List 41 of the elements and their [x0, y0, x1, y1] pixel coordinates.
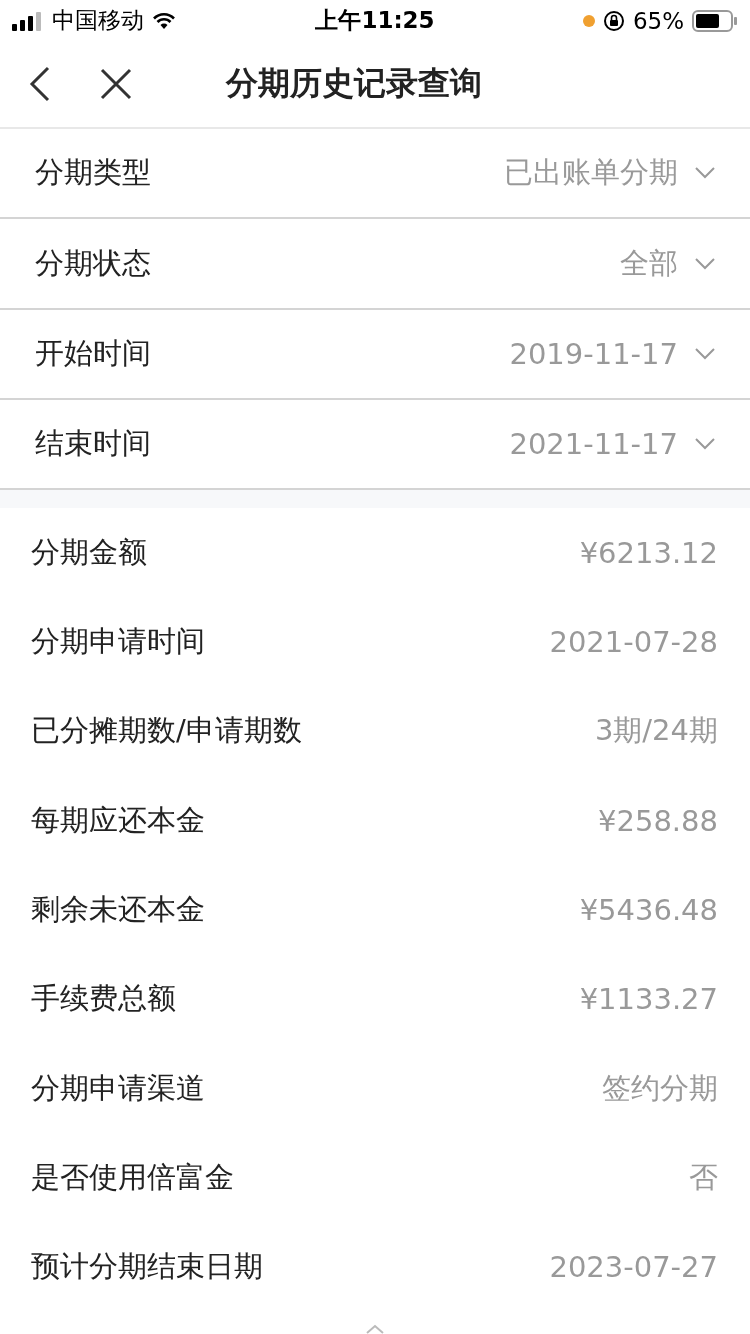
rotation-lock-icon	[602, 9, 625, 32]
filter-label: 分期状态	[35, 244, 152, 282]
detail-value: 3期/24期	[594, 712, 718, 750]
filter-label: 结束时间	[35, 425, 152, 463]
chevron-down-icon	[694, 437, 716, 452]
detail-label: 手续费总额	[31, 980, 177, 1018]
detail-value: 2021-07-28	[549, 625, 718, 660]
detail-label: 分期申请时间	[31, 623, 206, 661]
chevron-down-icon	[694, 346, 716, 361]
detail-value: ¥1133.27	[579, 982, 718, 1017]
filter-dropdown[interactable]: 2019-11-17	[509, 336, 716, 371]
filter-dropdown[interactable]: 全部	[620, 243, 716, 284]
detail-value: 2023-07-27	[549, 1250, 718, 1285]
filter-label: 开始时间	[35, 334, 152, 372]
close-icon	[100, 68, 132, 101]
detail-label: 分期金额	[31, 533, 148, 571]
chevron-down-icon	[694, 166, 716, 181]
chevron-down-icon	[694, 256, 716, 271]
detail-value: ¥258.88	[598, 803, 718, 838]
clock-time: 上午11:25	[315, 6, 435, 36]
carrier-name: 中国移动	[52, 6, 144, 36]
filter-label: 分期类型	[35, 154, 152, 192]
detail-label: 每期应还本金	[31, 801, 206, 839]
detail-label: 是否使用倍富金	[31, 1159, 235, 1197]
detail-label: 预计分期结束日期	[31, 1248, 264, 1286]
detail-value: ¥6213.12	[579, 535, 718, 570]
detail-label: 分期申请渠道	[31, 1069, 206, 1107]
filter-dropdown[interactable]: 2021-11-17	[509, 427, 716, 462]
detail-label: 剩余未还本金	[31, 891, 206, 929]
wifi-icon	[152, 11, 176, 30]
back-icon	[29, 66, 51, 103]
detail-label: 已分摊期数/申请期数	[31, 712, 303, 750]
battery-percent: 65%	[632, 7, 684, 34]
dot-icon	[582, 14, 595, 27]
page-title: 分期历史记录查询	[226, 63, 482, 105]
filter-dropdown[interactable]: 已出账单分期	[504, 153, 716, 194]
detail-value: ¥5436.48	[579, 893, 718, 928]
detail-value: 签约分期	[602, 1069, 718, 1107]
detail-value: 否	[689, 1159, 718, 1197]
battery-icon	[692, 9, 738, 32]
signal-icon	[12, 10, 44, 31]
